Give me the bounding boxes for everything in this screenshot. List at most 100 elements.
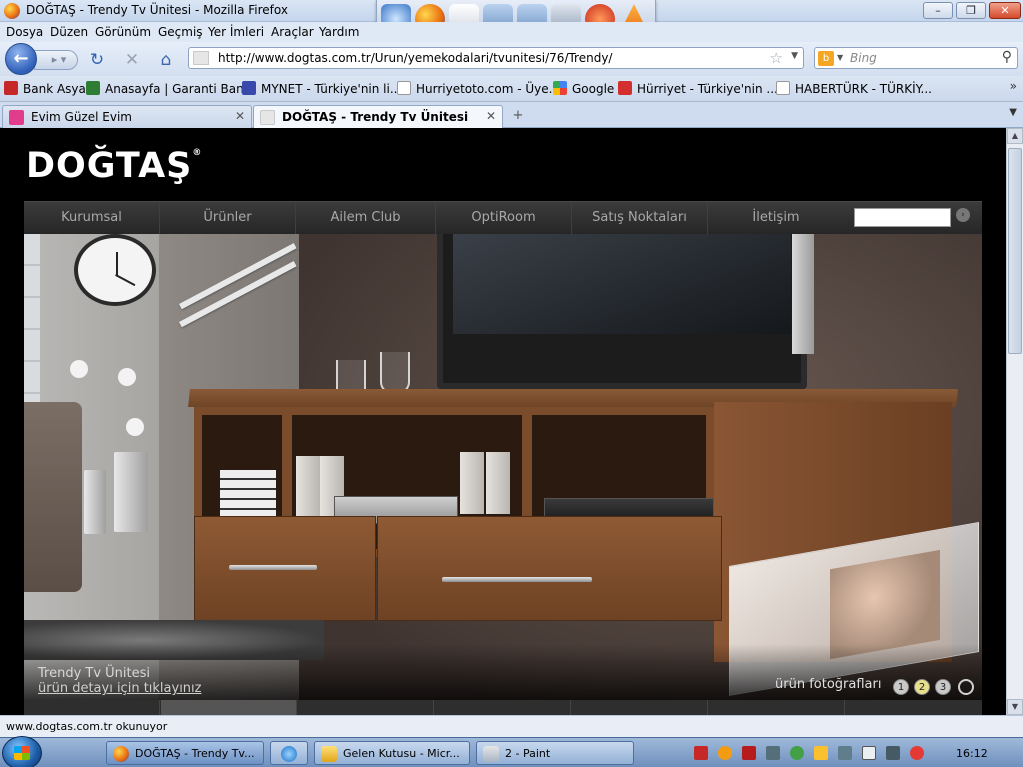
subnav-item-2[interactable] — [161, 700, 297, 715]
site-search-button[interactable]: › — [956, 208, 970, 222]
maximize-button[interactable]: ❐ — [956, 2, 986, 19]
navigation-toolbar: ▸ ▾ ← ↻ ✕ ⌂ http://www.dogtas.com.tr/Uru… — [0, 42, 1023, 76]
pdf-tray-icon[interactable] — [694, 746, 708, 760]
wine-glass-2 — [380, 352, 410, 394]
menu-bookmarks[interactable]: Yer İmleri — [208, 25, 264, 39]
photo-page-1[interactable]: 1 — [893, 679, 909, 695]
bookmark-garanti[interactable]: Anasayfa | Garanti Ban... — [86, 81, 255, 96]
menu-tools[interactable]: Araçlar — [271, 25, 314, 39]
reload-icon[interactable]: ↻ — [86, 50, 108, 70]
product-photos-label: ürün fotoğrafları — [775, 677, 882, 692]
nav-iletisim[interactable]: İletişim — [708, 202, 844, 235]
stop-icon[interactable]: ✕ — [121, 50, 143, 70]
task-outlook[interactable]: Gelen Kutusu - Micr... — [314, 741, 470, 765]
tv-mount — [792, 234, 814, 354]
nav-ailem-club[interactable]: Ailem Club — [296, 202, 436, 235]
bookmarks-toolbar: Bank Asya Anasayfa | Garanti Ban... MYNE… — [0, 76, 1023, 102]
url-bar[interactable]: http://www.dogtas.com.tr/Urun/yemekodala… — [188, 47, 804, 69]
subnav-item-5[interactable] — [572, 700, 708, 715]
google-icon — [553, 81, 567, 95]
menu-file[interactable]: Dosya — [6, 25, 43, 39]
garanti-icon — [86, 81, 100, 95]
task-firefox[interactable]: DOĞTAŞ - Trendy Tv... — [106, 741, 264, 765]
url-dropdown-icon[interactable]: ▼ — [791, 51, 798, 61]
photo-page-2[interactable]: 2 — [914, 679, 930, 695]
home-icon[interactable]: ⌂ — [155, 50, 177, 70]
windows-logo-icon — [14, 746, 30, 760]
scroll-down-icon[interactable]: ▼ — [1007, 699, 1023, 715]
tab-favicon-2 — [260, 110, 275, 125]
close-window-button[interactable]: ✕ — [989, 2, 1021, 19]
subnav-item-4[interactable] — [435, 700, 571, 715]
vase — [114, 452, 148, 532]
menu-edit[interactable]: Düzen — [50, 25, 88, 39]
back-button[interactable]: ← — [5, 43, 37, 75]
scroll-up-icon[interactable]: ▲ — [1007, 128, 1023, 144]
vase-2 — [84, 470, 106, 534]
subnav-item-1[interactable] — [24, 700, 160, 715]
new-tab-button[interactable]: + — [507, 108, 529, 128]
bookmark-google[interactable]: Google — [553, 81, 614, 96]
vertical-scrollbar[interactable]: ▲ ▼ — [1006, 128, 1023, 715]
search-engine-dropdown-icon[interactable]: ▼ — [837, 53, 843, 62]
settings-tray-icon[interactable] — [838, 746, 852, 760]
flag-tray-icon[interactable] — [862, 746, 876, 760]
bookmark-mynet[interactable]: MYNET - Türkiye'nin li... — [242, 81, 401, 96]
tab-favicon — [9, 110, 24, 125]
forward-button[interactable]: ▸ ▾ — [34, 50, 78, 70]
task-internet-explorer[interactable] — [270, 741, 308, 765]
firefox-icon — [4, 3, 20, 19]
product-detail-link[interactable]: ürün detayı için tıklayınız — [38, 681, 201, 696]
site-search-input[interactable] — [854, 208, 951, 227]
subnav-item-6[interactable] — [709, 700, 845, 715]
bookmark-hurriyetoto[interactable]: Hurriyetoto.com - Üye... — [397, 81, 560, 96]
nav-urunler[interactable]: Ürünler — [160, 202, 296, 235]
tab-close-icon-2[interactable]: ✕ — [486, 109, 496, 123]
nav-kurumsal[interactable]: Kurumsal — [24, 202, 160, 235]
airplane-tray-icon[interactable] — [814, 746, 828, 760]
network-tray-icon[interactable] — [886, 746, 900, 760]
tab-evim-guzel-evim[interactable]: Evim Güzel Evim ✕ — [2, 105, 252, 128]
minimize-button[interactable]: – — [923, 2, 953, 19]
task-paint[interactable]: 2 - Paint — [476, 741, 634, 765]
tab-dogtas[interactable]: DOĞTAŞ - Trendy Tv Ünitesi ✕ — [253, 105, 503, 129]
dogtas-logo[interactable]: DOĞTAŞ® — [26, 146, 202, 186]
bookmarks-overflow-button[interactable]: » — [1010, 79, 1017, 93]
page-icon-2 — [776, 81, 790, 95]
chat-tray-icon[interactable] — [718, 746, 732, 760]
bing-engine-icon[interactable]: b — [818, 51, 834, 66]
menu-view[interactable]: Görünüm — [95, 25, 151, 39]
menu-bar: Dosya Düzen Görünüm Geçmiş Yer İmleri Ar… — [0, 22, 1023, 42]
storage-box-3 — [460, 452, 484, 514]
nav-satis-noktalari[interactable]: Satış Noktaları — [572, 202, 708, 235]
search-box[interactable]: b ▼ Bing ⚲ — [814, 47, 1018, 69]
firefox-task-icon — [113, 746, 129, 762]
tab-list-dropdown-icon[interactable]: ▼ — [1009, 107, 1017, 118]
security-tray-icon[interactable] — [790, 746, 804, 760]
bank-asya-icon — [4, 81, 18, 95]
search-icon[interactable]: ⚲ — [1002, 49, 1012, 65]
kaspersky-tray-icon[interactable] — [742, 746, 756, 760]
subnav-item-7[interactable] — [846, 700, 982, 715]
bookmark-bank-asya[interactable]: Bank Asya — [4, 81, 86, 96]
menu-help[interactable]: Yardım — [319, 25, 359, 39]
volume-muted-icon[interactable] — [910, 746, 924, 760]
tab-close-icon[interactable]: ✕ — [235, 109, 245, 123]
menu-history[interactable]: Geçmiş — [158, 25, 203, 39]
photo-page-3[interactable]: 3 — [935, 679, 951, 695]
bookmark-star-icon[interactable]: ☆ — [770, 49, 783, 67]
start-button[interactable] — [2, 736, 42, 767]
bookmark-haberturk[interactable]: HABERTÜRK - TÜRKİY... — [776, 81, 932, 96]
subnav-item-3[interactable] — [298, 700, 434, 715]
site-identity-icon[interactable] — [193, 51, 209, 65]
scroll-thumb[interactable] — [1008, 148, 1022, 354]
storage-box-4 — [486, 452, 510, 514]
books — [220, 470, 276, 520]
search-tray-icon[interactable] — [766, 746, 780, 760]
nav-optiroom[interactable]: OptiRoom — [436, 202, 572, 235]
photo-loading-indicator — [958, 679, 974, 695]
url-text: http://www.dogtas.com.tr/Urun/yemekodala… — [218, 51, 613, 65]
system-clock[interactable]: 16:12 — [956, 747, 988, 760]
paint-icon — [483, 746, 499, 762]
bookmark-hurriyet[interactable]: Hürriyet - Türkiye'nin ... — [618, 81, 778, 96]
